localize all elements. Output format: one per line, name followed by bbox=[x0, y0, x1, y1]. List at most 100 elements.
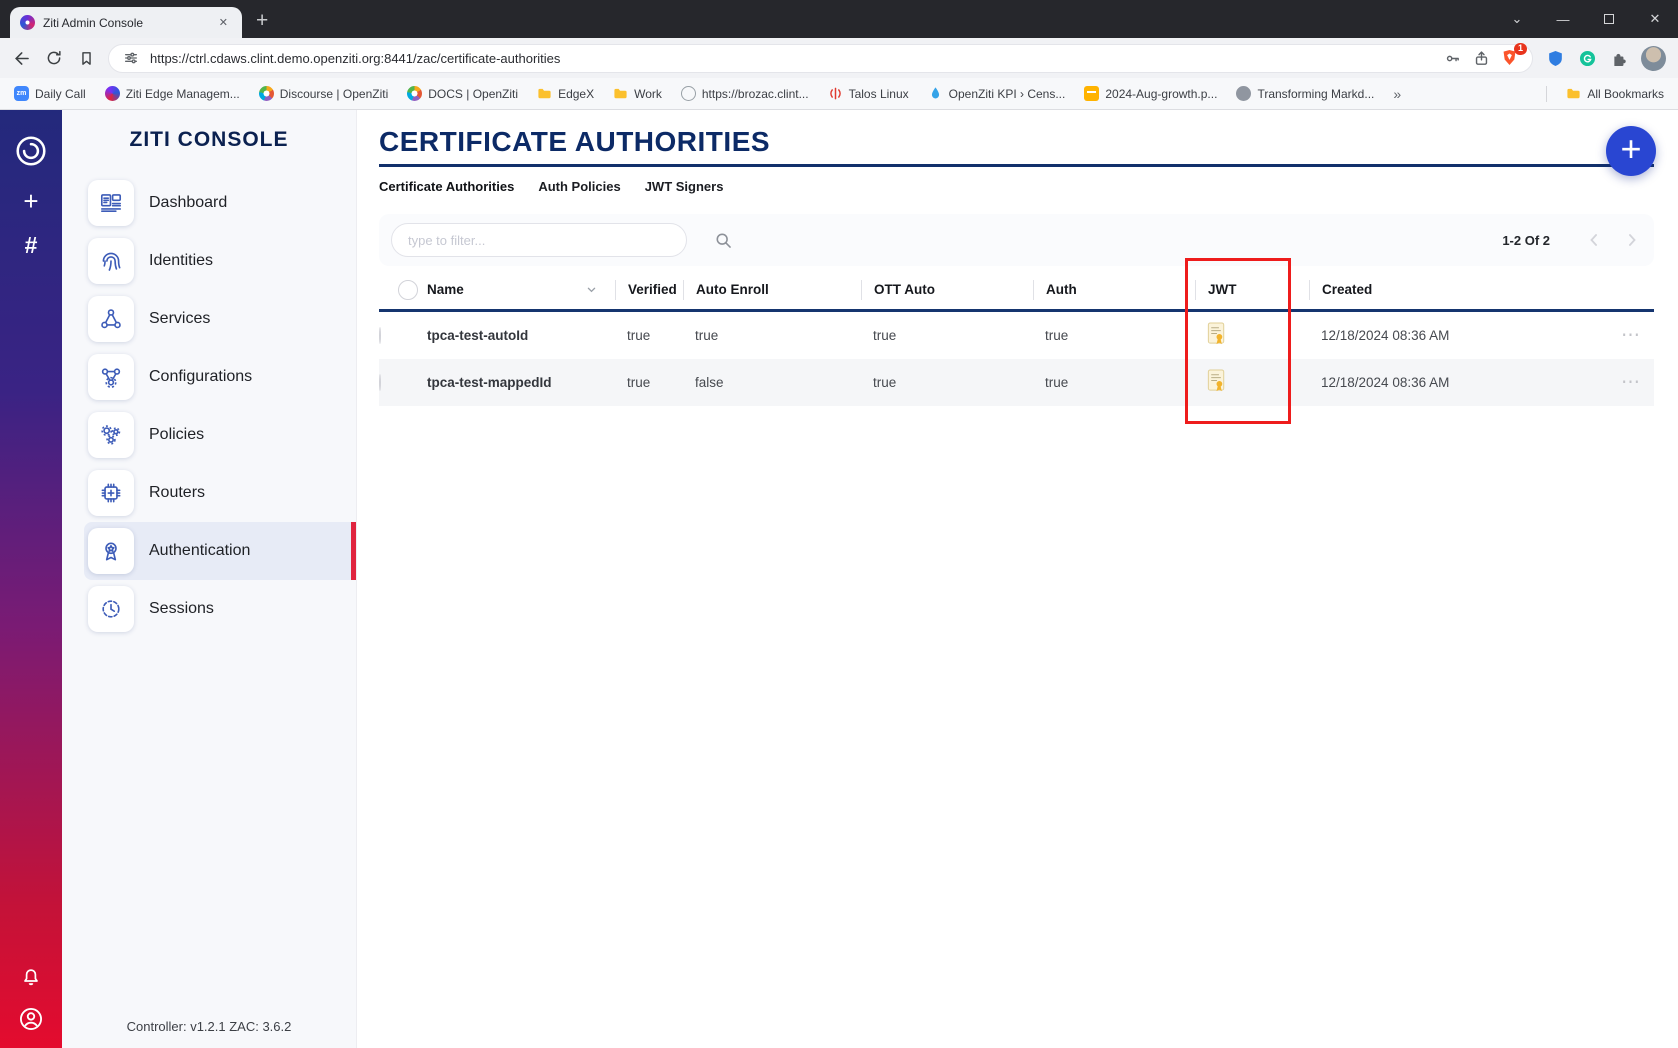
maximize-button[interactable] bbox=[1586, 0, 1632, 38]
close-button[interactable]: ✕ bbox=[1632, 0, 1678, 38]
bookmark-item[interactable]: Work bbox=[613, 86, 662, 101]
all-bookmarks-button[interactable]: All Bookmarks bbox=[1566, 86, 1664, 101]
address-bar[interactable]: https://ctrl.cdaws.clint.demo.openziti.o… bbox=[108, 44, 1533, 73]
table-row[interactable]: tpca-test-autoId true true true true 12/… bbox=[379, 312, 1654, 359]
bookmark-flag-icon[interactable] bbox=[76, 48, 96, 68]
bookmark-item[interactable]: zm Daily Call bbox=[14, 86, 86, 101]
sidebar-item-dashboard[interactable]: Dashboard bbox=[84, 174, 356, 232]
sidebar-item-routers[interactable]: Routers bbox=[84, 464, 356, 522]
tab-jwt-signers[interactable]: JWT Signers bbox=[645, 179, 724, 194]
bookmark-item[interactable]: DOCS | OpenZiti bbox=[407, 86, 518, 101]
cell-auto-enroll: false bbox=[683, 375, 861, 390]
search-icon[interactable] bbox=[713, 230, 734, 251]
browser-tab[interactable]: Ziti Admin Console ✕ bbox=[10, 7, 242, 38]
tab-title: Ziti Admin Console bbox=[43, 16, 207, 30]
bookmarks-overflow-icon[interactable]: » bbox=[1393, 86, 1401, 102]
profile-avatar[interactable] bbox=[1641, 46, 1666, 71]
main-content: CERTIFICATE AUTHORITIES + Certificate Au… bbox=[357, 110, 1678, 1048]
all-bookmarks-label: All Bookmarks bbox=[1587, 87, 1664, 101]
cell-name[interactable]: tpca-test-mappedId bbox=[425, 375, 615, 390]
bookmark-item[interactable]: https://brozac.clint... bbox=[681, 86, 809, 101]
sidebar-item-policies[interactable]: Policies bbox=[84, 406, 356, 464]
bookmark-item[interactable]: Transforming Markd... bbox=[1236, 86, 1374, 101]
bookmark-label: Discourse | OpenZiti bbox=[280, 87, 389, 101]
share-icon[interactable] bbox=[1471, 48, 1491, 68]
table-row[interactable]: tpca-test-mappedId true false true true … bbox=[379, 359, 1654, 406]
url-text[interactable]: https://ctrl.cdaws.clint.demo.openziti.o… bbox=[150, 51, 1433, 66]
sidebar-item-identities[interactable]: Identities bbox=[84, 232, 356, 290]
column-header-auth[interactable]: Auth bbox=[1033, 280, 1195, 300]
select-all-checkbox[interactable] bbox=[398, 280, 418, 300]
column-header-created[interactable]: Created bbox=[1309, 280, 1604, 300]
row-checkbox-cell bbox=[379, 375, 425, 390]
column-header-auto-enroll[interactable]: Auto Enroll bbox=[683, 280, 861, 300]
page-next-icon[interactable] bbox=[1622, 230, 1642, 250]
certificate-jwt-icon[interactable] bbox=[1195, 322, 1309, 350]
rail-add-icon[interactable]: + bbox=[23, 188, 38, 214]
page-prev-icon[interactable] bbox=[1584, 230, 1604, 250]
ublock-shield-icon[interactable] bbox=[1545, 48, 1565, 68]
ziti-logo-icon[interactable] bbox=[14, 134, 48, 168]
notifications-bell-icon[interactable] bbox=[19, 964, 43, 988]
sidebar-item-label: Identities bbox=[149, 252, 213, 270]
row-menu-icon[interactable]: ⋯ bbox=[1604, 371, 1654, 394]
sidebar-item-authentication[interactable]: Authentication bbox=[84, 522, 356, 580]
title-underline bbox=[379, 164, 1654, 167]
sort-chevron-icon[interactable] bbox=[584, 282, 599, 297]
column-header-name[interactable]: Name bbox=[425, 280, 615, 300]
tab-search-icon[interactable]: ⌄ bbox=[1494, 0, 1540, 38]
column-header-verified[interactable]: Verified bbox=[615, 280, 683, 300]
bookmark-item[interactable]: Talos Linux bbox=[828, 86, 909, 101]
certificate-jwt-icon[interactable] bbox=[1195, 369, 1309, 397]
tab-auth-policies[interactable]: Auth Policies bbox=[538, 179, 620, 194]
extensions-puzzle-icon[interactable] bbox=[1609, 48, 1629, 68]
bookmark-label: https://brozac.clint... bbox=[702, 87, 809, 101]
gray-favicon bbox=[1236, 86, 1251, 101]
brave-shield-icon[interactable]: 1 bbox=[1500, 48, 1520, 68]
bookmark-item[interactable]: OpenZiti KPI › Cens... bbox=[928, 86, 1066, 101]
cell-verified: true bbox=[615, 375, 683, 390]
bookmark-item[interactable]: 2024-Aug-growth.p... bbox=[1084, 86, 1217, 101]
sidebar-item-label: Configurations bbox=[149, 368, 252, 386]
ziti-favicon bbox=[20, 15, 35, 30]
sidebar-item-configurations[interactable]: Configurations bbox=[84, 348, 356, 406]
column-header-actions bbox=[1604, 280, 1654, 300]
sidebar: ZITI CONSOLE Dashboard Identities bbox=[62, 110, 357, 1048]
sidebar-item-services[interactable]: Services bbox=[84, 290, 356, 348]
tab-certificate-authorities[interactable]: Certificate Authorities bbox=[379, 179, 514, 194]
rail-hash-icon[interactable]: # bbox=[25, 234, 38, 257]
site-settings-icon[interactable] bbox=[121, 48, 141, 68]
bookmark-label: Daily Call bbox=[35, 87, 86, 101]
new-tab-button[interactable]: + bbox=[256, 10, 268, 31]
refresh-icon[interactable] bbox=[44, 48, 64, 68]
back-icon[interactable] bbox=[12, 48, 32, 68]
bookmarks-bar: zm Daily Call Ziti Edge Managem... Disco… bbox=[0, 78, 1678, 110]
bookmark-label: Ziti Edge Managem... bbox=[126, 87, 240, 101]
row-checkbox[interactable] bbox=[379, 374, 381, 391]
bookmark-item[interactable]: Ziti Edge Managem... bbox=[105, 86, 240, 101]
window-controls: ⌄ — ✕ bbox=[1494, 0, 1678, 38]
row-menu-icon[interactable]: ⋯ bbox=[1604, 324, 1654, 347]
tab-close-icon[interactable]: ✕ bbox=[215, 14, 232, 31]
cell-name[interactable]: tpca-test-autoId bbox=[425, 328, 615, 343]
minimize-button[interactable]: — bbox=[1540, 0, 1586, 38]
password-key-icon[interactable] bbox=[1442, 48, 1462, 68]
sidebar-item-label: Services bbox=[149, 310, 210, 328]
bookmark-item[interactable]: Discourse | OpenZiti bbox=[259, 86, 389, 101]
sidebar-item-sessions[interactable]: Sessions bbox=[84, 580, 356, 638]
profile-icon[interactable] bbox=[18, 1006, 44, 1032]
rail-bottom-icons bbox=[18, 964, 44, 1032]
cell-created: 12/18/2024 08:36 AM bbox=[1309, 375, 1604, 390]
filter-input[interactable] bbox=[391, 223, 687, 257]
folder-icon bbox=[1566, 86, 1581, 101]
header-checkbox-cell bbox=[379, 280, 425, 300]
console-title: ZITI CONSOLE bbox=[62, 128, 356, 152]
grammarly-icon[interactable] bbox=[1577, 48, 1597, 68]
bookmark-item[interactable]: EdgeX bbox=[537, 86, 594, 101]
cell-ott-auto: true bbox=[861, 328, 1033, 343]
column-header-jwt[interactable]: JWT bbox=[1195, 280, 1309, 300]
add-certificate-authority-button[interactable]: + bbox=[1606, 126, 1656, 176]
browser-window: Ziti Admin Console ✕ + ⌄ — ✕ https://ctr… bbox=[0, 0, 1678, 1048]
row-checkbox[interactable] bbox=[379, 327, 381, 344]
column-header-ott-auto[interactable]: OTT Auto bbox=[861, 280, 1033, 300]
